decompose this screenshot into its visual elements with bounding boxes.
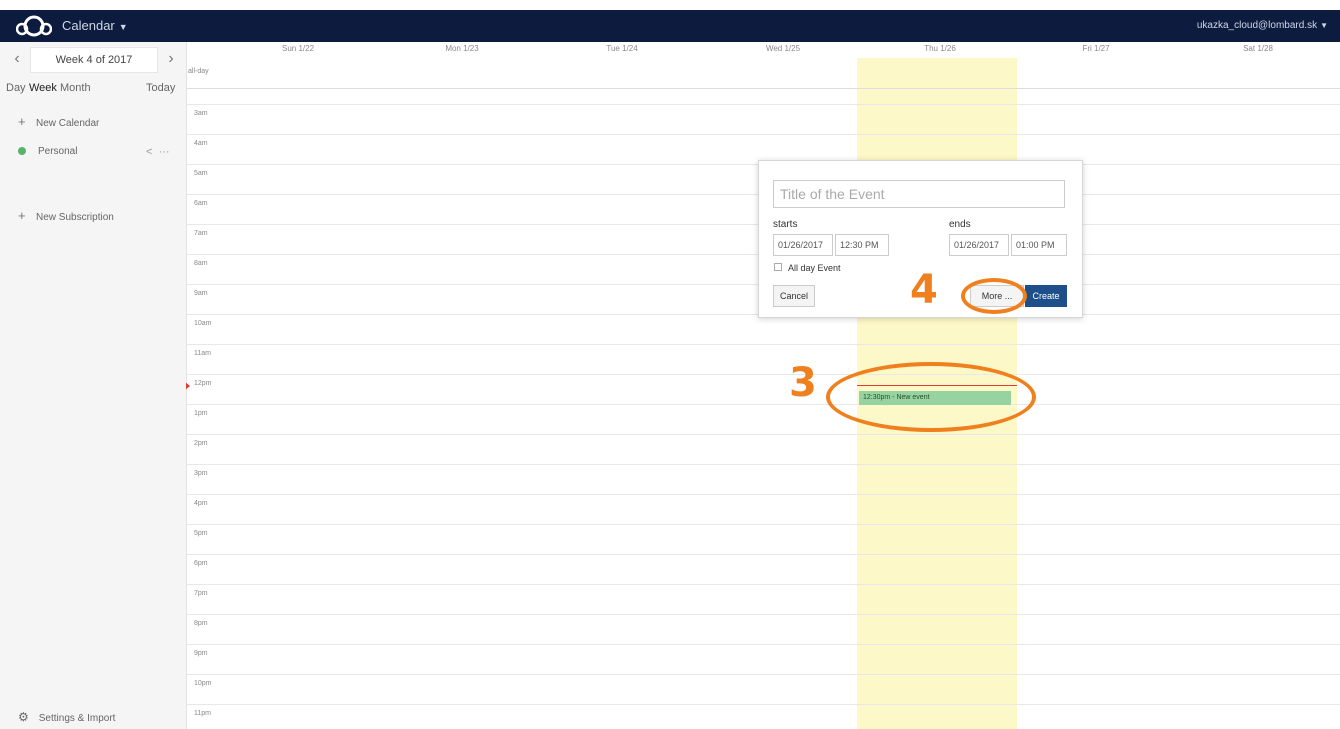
sidebar: ‹ Week 4 of 2017 › Day Week Month Today …: [0, 42, 187, 729]
new-calendar-label: New Calendar: [36, 118, 100, 129]
hour-row[interactable]: 8pm: [186, 614, 1340, 644]
start-time-field[interactable]: [835, 234, 889, 256]
tab-month[interactable]: Month: [60, 82, 91, 94]
hour-row[interactable]: 3pm: [186, 464, 1340, 494]
more-icon[interactable]: ···: [159, 146, 170, 158]
hour-label: 10pm: [194, 680, 212, 687]
hour-row[interactable]: 11pm: [186, 704, 1340, 729]
hour-label: 9pm: [194, 650, 208, 657]
top-strip: [0, 0, 1340, 10]
tab-day[interactable]: Day: [6, 82, 26, 94]
calendar-item-personal[interactable]: Personal: [18, 146, 77, 157]
hour-label: 7pm: [194, 590, 208, 597]
hour-label: 10am: [194, 320, 212, 327]
hour-label: 2pm: [194, 440, 208, 447]
hour-row[interactable]: 5pm: [186, 524, 1340, 554]
user-email: ukazka_cloud@lombard.sk: [1196, 20, 1318, 31]
create-button[interactable]: Create: [1025, 285, 1067, 307]
day-header[interactable]: Tue 1/24: [552, 44, 692, 53]
calendar-name: Personal: [38, 146, 78, 157]
end-time-field[interactable]: [1011, 234, 1067, 256]
plus-icon: +: [18, 114, 26, 129]
hour-label: 5am: [194, 170, 208, 177]
calendar-actions: < ···: [146, 146, 170, 158]
ends-label: ends: [949, 219, 971, 230]
allday-row[interactable]: all-day: [186, 58, 1340, 89]
cloud-logo-icon[interactable]: [16, 13, 52, 39]
app-menu[interactable]: Calendar ▼: [62, 18, 128, 33]
hour-label: 7am: [194, 230, 208, 237]
event-title-input[interactable]: [773, 180, 1065, 208]
today-button[interactable]: Today: [146, 82, 175, 94]
prev-week-button[interactable]: ‹: [6, 47, 28, 73]
hour-label: 5pm: [194, 530, 208, 537]
settings-import-button[interactable]: ⚙ Settings & Import: [18, 710, 115, 724]
hour-row[interactable]: 6pm: [186, 554, 1340, 584]
hour-label: 3pm: [194, 470, 208, 477]
hour-row[interactable]: 10pm: [186, 674, 1340, 704]
view-tabs: Day Week Month Today: [0, 78, 186, 100]
annotation-step-3: 3: [789, 360, 817, 406]
hour-label: 9am: [194, 290, 208, 297]
hour-label: 4pm: [194, 500, 208, 507]
calendar-grid: Sun 1/22 Mon 1/23 Tue 1/24 Wed 1/25 Thu 1/26…: [186, 42, 1340, 729]
day-headers: Sun 1/22 Mon 1/23 Tue 1/24 Wed 1/25 Thu 1/26…: [186, 42, 1340, 58]
hour-label: 12pm: [194, 380, 212, 387]
app-name: Calendar: [62, 18, 115, 33]
app-header: Calendar ▼ ukazka_cloud@lombard.sk ▼: [0, 10, 1340, 42]
settings-label: Settings & Import: [38, 713, 116, 724]
hour-row[interactable]: 2pm: [186, 434, 1340, 464]
day-header[interactable]: Sat 1/28: [1188, 44, 1328, 53]
hour-row[interactable]: 4pm: [186, 494, 1340, 524]
hour-row[interactable]: 1pm: [186, 404, 1340, 434]
hour-row[interactable]: 9pm: [186, 644, 1340, 674]
week-navigator: ‹ Week 4 of 2017 ›: [6, 47, 182, 73]
calendar-color-dot: [18, 147, 26, 156]
day-header[interactable]: Thu 1/26: [870, 44, 1010, 53]
hour-row[interactable]: 11am: [186, 344, 1340, 374]
hour-label: 3am: [194, 110, 208, 117]
hour-label: 8am: [194, 260, 208, 267]
hour-row[interactable]: 3am: [186, 104, 1340, 134]
day-header[interactable]: Mon 1/23: [392, 44, 532, 53]
caret-down-icon: ▼: [1320, 21, 1328, 30]
hour-label: 4am: [194, 140, 208, 147]
share-icon[interactable]: <: [146, 146, 152, 158]
start-date-field[interactable]: [773, 234, 833, 256]
current-time-marker-icon: [186, 382, 190, 390]
hour-label: 1pm: [194, 410, 208, 417]
day-header[interactable]: Sun 1/22: [228, 44, 368, 53]
hour-row[interactable]: 7pm: [186, 584, 1340, 614]
annotation-ring-event: [826, 362, 1036, 432]
allday-label: all-day: [188, 68, 209, 75]
user-menu[interactable]: ukazka_cloud@lombard.sk ▼: [1197, 20, 1328, 31]
day-header[interactable]: Wed 1/25: [713, 44, 853, 53]
gear-icon: ⚙: [18, 710, 29, 724]
hour-label: 6am: [194, 200, 208, 207]
annotation-ring-more: [961, 278, 1027, 314]
hour-row[interactable]: 12pm: [186, 374, 1340, 404]
cancel-button[interactable]: Cancel: [773, 285, 815, 307]
hour-label: 11pm: [194, 710, 211, 717]
starts-label: starts: [773, 219, 798, 230]
next-week-button[interactable]: ›: [160, 47, 182, 73]
week-label[interactable]: Week 4 of 2017: [30, 47, 158, 73]
hour-label: 11am: [194, 350, 211, 357]
hour-label: 6pm: [194, 560, 208, 567]
new-subscription-label: New Subscription: [36, 212, 114, 223]
tab-week[interactable]: Week: [29, 82, 57, 94]
all-day-label: All day Event: [788, 263, 841, 273]
new-subscription-button[interactable]: + New Subscription: [18, 208, 114, 223]
caret-down-icon: ▼: [118, 22, 128, 32]
end-date-field[interactable]: [949, 234, 1009, 256]
annotation-step-4: 4: [910, 267, 938, 313]
new-calendar-button[interactable]: + New Calendar: [18, 114, 99, 129]
hour-label: 8pm: [194, 620, 208, 627]
all-day-checkbox[interactable]: [774, 263, 782, 271]
hour-row[interactable]: 10am: [186, 314, 1340, 344]
day-header[interactable]: Fri 1/27: [1026, 44, 1166, 53]
plus-icon: +: [18, 208, 26, 223]
